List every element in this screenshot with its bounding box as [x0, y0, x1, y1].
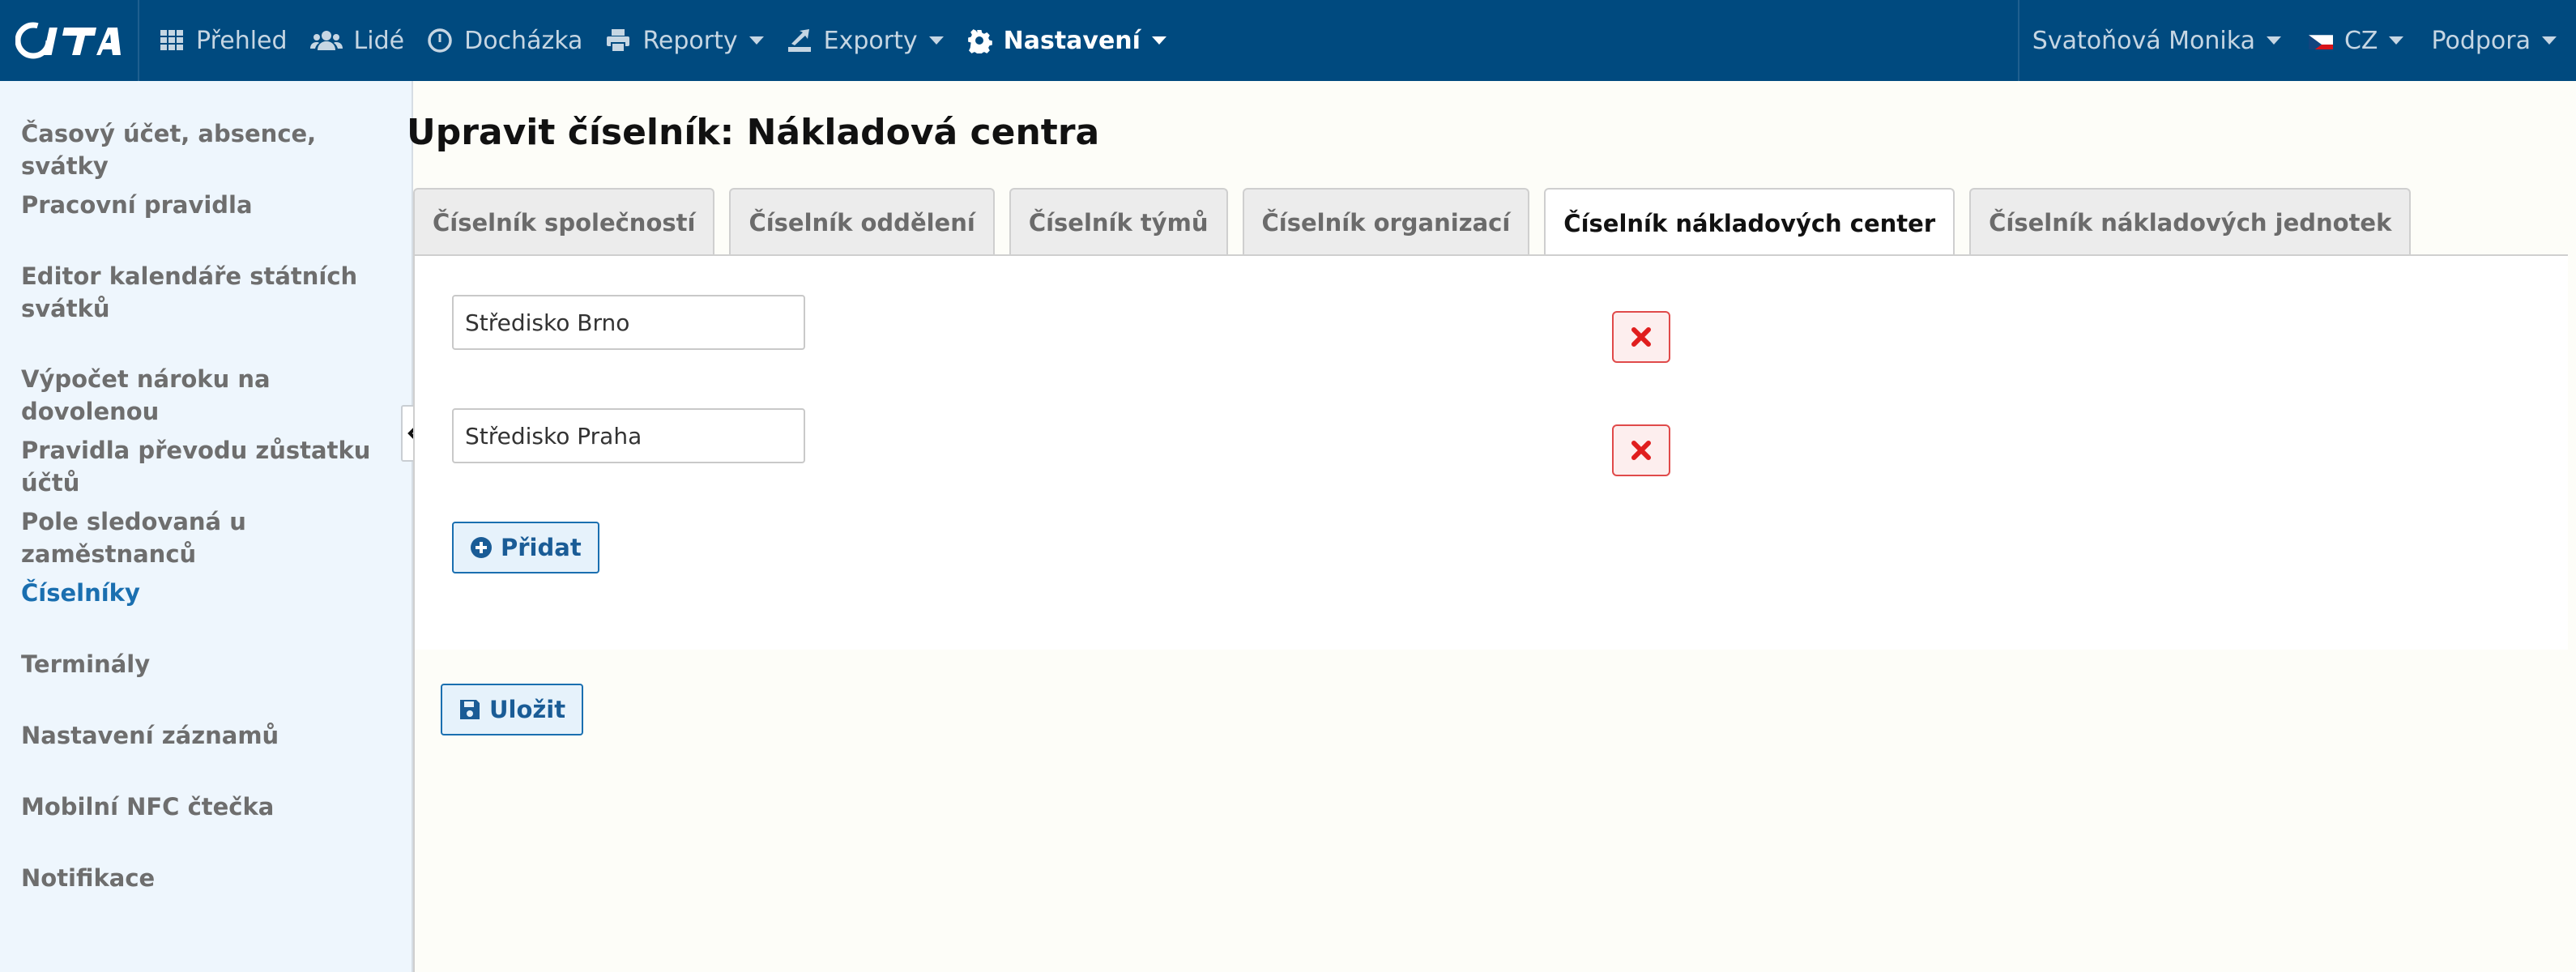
nav-exporty-label: Exporty: [823, 26, 918, 55]
nav-lide[interactable]: Lidé: [299, 0, 416, 81]
close-icon: [1631, 327, 1651, 347]
chevron-down-icon: [2389, 36, 2404, 45]
language-menu[interactable]: CZ: [2301, 0, 2424, 81]
nav-nastaveni-label: Nastavení: [1003, 26, 1141, 55]
delete-entry-button[interactable]: [1612, 311, 1670, 363]
tab-cost-units[interactable]: Číselník nákladových jednotek: [1969, 188, 2412, 256]
codelist-tabs: Číselník společností Číselník oddělení Č…: [413, 188, 2425, 258]
add-entry-button[interactable]: Přidat: [452, 522, 599, 573]
sidebar-item-nfc-reader[interactable]: Mobilní NFC čtečka: [21, 791, 386, 823]
chevron-down-icon: [928, 36, 944, 45]
tab-departments[interactable]: Číselník oddělení: [729, 188, 995, 256]
floppy-disk-icon: [460, 700, 480, 719]
form-footer: Uložit: [413, 650, 2568, 972]
entry-input[interactable]: [452, 295, 805, 350]
nav-dochazka[interactable]: Docházka: [416, 0, 594, 81]
users-icon: [309, 31, 343, 50]
sidebar-item-terminals[interactable]: Terminály: [21, 648, 386, 680]
sidebar-item-holiday-calendar[interactable]: Editor kalendáře státních svátků: [21, 260, 361, 325]
printer-icon: [607, 29, 630, 53]
gear-icon: [967, 29, 992, 53]
sidebar-item-balance-transfer[interactable]: Pravidla převodu zůstatku účtů: [21, 434, 402, 499]
support-label: Podpora: [2431, 26, 2531, 55]
nav-dochazka-label: Docházka: [464, 26, 583, 55]
top-navbar: Přehled Lidé Docházka Reporty Exporty Na…: [0, 0, 2576, 81]
nav-nastaveni[interactable]: Nastavení: [955, 0, 1178, 81]
settings-sidebar: Časový účet, absence, svátky Pracovní pr…: [0, 81, 413, 972]
tab-organizations[interactable]: Číselník organizací: [1242, 188, 1530, 256]
czech-flag-icon: [2308, 32, 2333, 49]
page-title: Upravit číselník: Nákladová centra: [407, 112, 1100, 153]
chevron-down-icon: [2266, 36, 2281, 45]
user-menu[interactable]: Svatoňová Monika: [2021, 0, 2301, 81]
codelist-panel: Přidat: [413, 254, 2568, 651]
nav-prehled-label: Přehled: [196, 26, 288, 55]
chevron-down-icon: [2542, 36, 2557, 45]
plus-circle-icon: [471, 537, 492, 558]
tab-cost-centers[interactable]: Číselník nákladových center: [1544, 188, 1955, 258]
save-button-label: Uložit: [489, 696, 566, 723]
chevron-down-icon: [748, 36, 764, 45]
sidebar-item-record-settings[interactable]: Nastavení záznamů: [21, 719, 386, 752]
save-button[interactable]: Uložit: [441, 684, 584, 735]
sidebar-item-codelists[interactable]: Číselníky: [21, 577, 386, 609]
sidebar-item-time-account[interactable]: Časový účet, absence, svátky: [21, 117, 386, 182]
nav-prehled[interactable]: Přehled: [147, 0, 299, 81]
brand-logo[interactable]: [0, 0, 139, 81]
nav-reporty-label: Reporty: [642, 26, 738, 55]
export-icon: [787, 29, 811, 52]
chevron-down-icon: [1151, 36, 1166, 45]
tab-teams[interactable]: Číselník týmů: [1009, 188, 1228, 256]
navbar-divider: [2017, 0, 2019, 81]
clock-icon: [428, 28, 452, 53]
sidebar-item-vacation-calc[interactable]: Výpočet nároku na dovolenou: [21, 363, 386, 428]
tab-companies[interactable]: Číselník společností: [413, 188, 715, 256]
nav-exporty[interactable]: Exporty: [775, 0, 955, 81]
nav-reporty[interactable]: Reporty: [594, 0, 774, 81]
entry-input[interactable]: [452, 408, 805, 463]
support-menu[interactable]: Podpora: [2423, 0, 2576, 81]
sidebar-item-work-rules[interactable]: Pracovní pravidla: [21, 189, 386, 221]
language-label: CZ: [2344, 26, 2378, 55]
nav-lide-label: Lidé: [353, 26, 405, 55]
user-name: Svatoňová Monika: [2032, 26, 2255, 55]
add-button-label: Přidat: [501, 534, 582, 561]
sidebar-item-notifications[interactable]: Notifikace: [21, 862, 386, 894]
grid-icon: [160, 30, 183, 50]
sidebar-item-employee-fields[interactable]: Pole sledovaná u zaměstnanců: [21, 505, 386, 570]
cita-logo-icon: [15, 22, 121, 59]
close-icon: [1631, 441, 1651, 460]
delete-entry-button[interactable]: [1612, 424, 1670, 476]
navbar-right: Svatoňová Monika CZ Podpora: [2017, 0, 2576, 81]
